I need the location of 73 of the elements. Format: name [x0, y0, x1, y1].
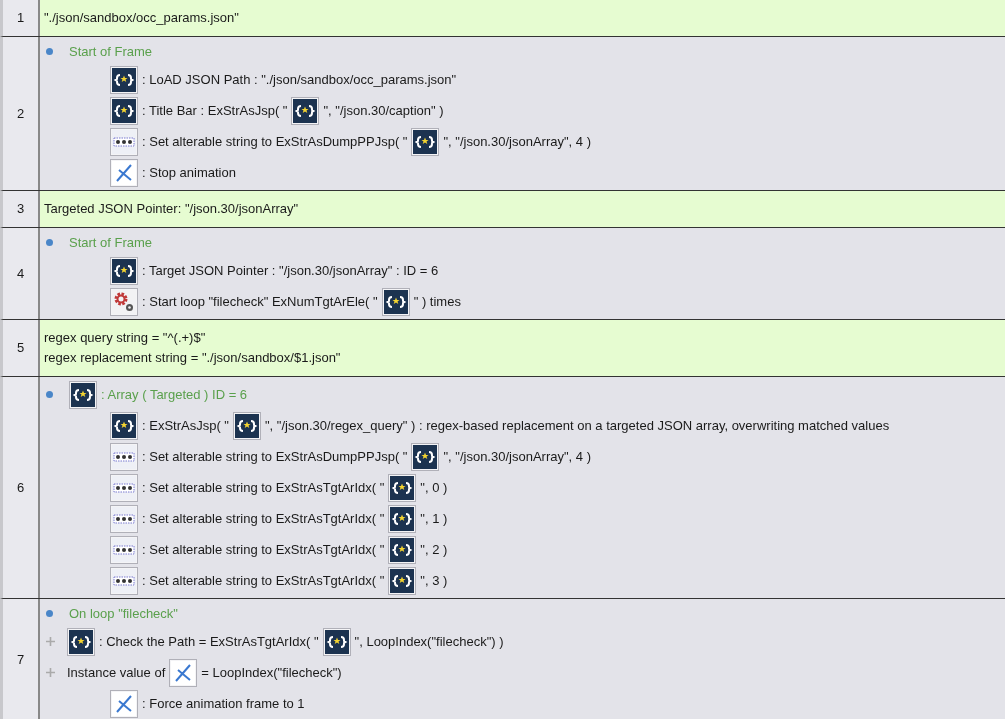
json-object-icon	[411, 127, 440, 156]
event-text: Start of Frame	[69, 233, 153, 252]
event-text: : ExStrAsJsp( "	[142, 416, 229, 435]
event-text: ", 3 )	[420, 571, 448, 590]
row-number: 1	[16, 9, 25, 28]
row-number: 7	[16, 651, 25, 670]
comment-text: regex replacement string = "./json/sandbox/$1.json"	[44, 349, 342, 367]
event-text: ", LoopIndex("filecheck") )	[354, 632, 504, 651]
active-object-icon	[110, 158, 138, 187]
event-text: ", "/json.30/regex_query" ) : regex-based replacement on a targeted JSON array, overwriting matched values	[264, 416, 890, 435]
event-text: " ) times	[413, 292, 461, 311]
event-text: On loop "filecheck"	[69, 604, 178, 623]
plus-icon	[46, 668, 55, 677]
event-text: Instance value of	[67, 663, 166, 682]
string-object-icon	[110, 535, 138, 564]
json-object-icon	[232, 411, 261, 440]
event-text: ", "/json.30/jsonArray", 4 )	[443, 447, 591, 466]
string-object-icon	[110, 127, 138, 156]
event-text: ", 0 )	[420, 478, 448, 497]
row-number: 6	[16, 478, 25, 497]
bullet-icon	[46, 48, 53, 55]
json-object-icon	[381, 287, 410, 316]
comment-text: Targeted JSON Pointer: "/json.30/jsonArray"	[44, 200, 300, 218]
event-text: : Set alterable string to ExStrAsTgtArIdx( "	[142, 478, 385, 497]
event-text: ", "/json.30/caption" )	[323, 101, 444, 120]
active-object-icon	[169, 658, 198, 687]
gears-icon	[110, 287, 138, 316]
json-object-icon	[388, 566, 417, 595]
event-text: : Array ( Targeted ) ID = 6	[101, 385, 248, 404]
active-object-icon	[110, 689, 138, 718]
row-number: 4	[16, 264, 25, 283]
comment-text: "./json/sandbox/occ_params.json"	[44, 9, 240, 27]
event-text: : Start loop "filecheck" ExNumTgtArEle( "	[142, 292, 378, 311]
event-text: : Force animation frame to 1	[142, 694, 305, 713]
string-object-icon	[110, 473, 138, 502]
event-text: : Set alterable string to ExStrAsTgtArIdx( "	[142, 540, 385, 559]
event-text: ", "/json.30/jsonArray", 4 )	[443, 132, 591, 151]
event-text: : Set alterable string to ExStrAsTgtArIdx( "	[142, 571, 385, 590]
json-object-icon	[110, 65, 138, 94]
event-text: : Check the Path = ExStrAsTgtArIdx( "	[99, 632, 319, 651]
event-text: Start of Frame	[69, 42, 153, 61]
plus-icon	[46, 637, 55, 646]
bullet-icon	[46, 391, 53, 398]
row-number: 3	[16, 200, 25, 219]
json-object-icon	[67, 627, 95, 656]
json-object-icon	[110, 411, 138, 440]
row-number: 2	[16, 104, 25, 123]
row-number: 5	[16, 339, 25, 358]
json-object-icon	[388, 473, 417, 502]
bullet-icon	[46, 610, 53, 617]
event-text: : Set alterable string to ExStrAsDumpPPJsp( "	[142, 447, 408, 466]
event-text: ", 1 )	[420, 509, 448, 528]
json-object-icon	[69, 380, 97, 409]
json-object-icon	[388, 535, 417, 564]
json-object-icon	[110, 256, 138, 285]
json-object-icon	[110, 96, 138, 125]
event-text: : Set alterable string to ExStrAsTgtArIdx( "	[142, 509, 385, 528]
comment-text: regex query string = "^(.+)$"	[44, 329, 207, 347]
bullet-icon	[46, 239, 53, 246]
string-object-icon	[110, 566, 138, 595]
event-text: = LoopIndex("filecheck")	[201, 663, 342, 682]
event-text: : Title Bar : ExStrAsJsp( "	[142, 101, 288, 120]
event-text: : Stop animation	[142, 163, 236, 182]
string-object-icon	[110, 504, 138, 533]
event-text: : Set alterable string to ExStrAsDumpPPJsp( "	[142, 132, 408, 151]
event-text: : LoAD JSON Path : "./json/sandbox/occ_params.json"	[142, 70, 457, 89]
string-object-icon	[110, 442, 138, 471]
json-object-icon	[291, 96, 320, 125]
json-object-icon	[388, 504, 417, 533]
event-text: ", 2 )	[420, 540, 448, 559]
event-text: : Target JSON Pointer : "/json.30/jsonArray" : ID = 6	[142, 261, 439, 280]
json-object-icon	[322, 627, 351, 656]
json-object-icon	[411, 442, 440, 471]
